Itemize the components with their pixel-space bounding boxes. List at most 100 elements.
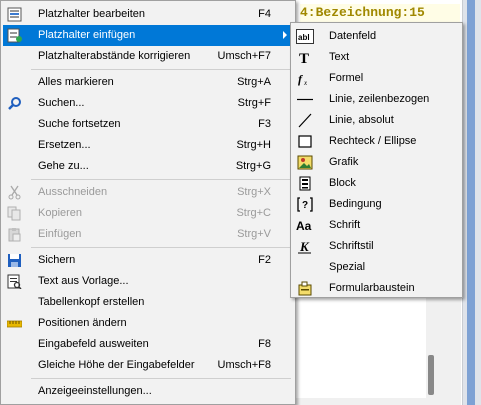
menu-item-copy[interactable]: Kopieren Strg+C bbox=[3, 203, 293, 224]
svg-text:?: ? bbox=[302, 200, 308, 211]
menu-label: Suche fortsetzen bbox=[38, 118, 121, 130]
cut-icon bbox=[7, 185, 22, 200]
menu-item-display-settings[interactable]: Anzeigeeinstellungen... bbox=[3, 381, 293, 402]
submenu-item-condition[interactable]: ? Bedingung bbox=[293, 194, 460, 215]
menu-label: Kopieren bbox=[38, 207, 83, 219]
font-style-icon: K bbox=[296, 239, 314, 254]
menu-item-create-table-header[interactable]: Tabellenkopf erstellen bbox=[3, 292, 293, 313]
submenu-item-special[interactable]: Spezial bbox=[293, 257, 460, 278]
search-icon bbox=[7, 96, 22, 111]
shortcut: F4 bbox=[258, 8, 271, 20]
image-icon bbox=[296, 155, 314, 170]
menu-separator bbox=[31, 378, 291, 379]
menu-item-equal-height[interactable]: Gleiche Höhe der Eingabefelder Umsch+F8 bbox=[3, 355, 293, 376]
menu-item-save[interactable]: Sichern F2 bbox=[3, 250, 293, 271]
menu-item-insert-placeholder[interactable]: Platzhalter einfügen bbox=[3, 25, 293, 46]
menu-item-goto[interactable]: Gehe zu... Strg+G bbox=[3, 156, 293, 177]
svg-text:f: f bbox=[298, 72, 303, 86]
menu-label: Platzhalter bearbeiten bbox=[38, 8, 146, 20]
svg-text:abl: abl bbox=[298, 33, 310, 42]
menu-label: Formularbaustein bbox=[329, 282, 415, 294]
shortcut: Umsch+F8 bbox=[217, 359, 272, 371]
menu-label: Linie, absolut bbox=[329, 114, 394, 126]
submenu-item-formula[interactable]: fx Formel bbox=[293, 68, 460, 89]
submenu-item-data-field[interactable]: abl Datenfeld bbox=[293, 26, 460, 47]
shortcut: Umsch+F7 bbox=[217, 50, 272, 62]
menu-label: Datenfeld bbox=[329, 30, 377, 42]
menu-item-replace[interactable]: Ersetzen... Strg+H bbox=[3, 135, 293, 156]
svg-text:x: x bbox=[303, 79, 308, 86]
text-icon: T bbox=[296, 50, 314, 65]
shortcut: Strg+A bbox=[237, 76, 271, 88]
submenu-item-graphic[interactable]: Grafik bbox=[293, 152, 460, 173]
context-menu: Platzhalter bearbeiten F4 Platzhalter ei… bbox=[0, 0, 296, 405]
submenu-item-rectangle[interactable]: Rechteck / Ellipse bbox=[293, 131, 460, 152]
line-row-icon bbox=[296, 92, 314, 107]
shortcut: Strg+G bbox=[235, 160, 271, 172]
submenu-item-line-row[interactable]: Linie, zeilenbezogen bbox=[293, 89, 460, 110]
insert-placeholder-icon bbox=[7, 28, 22, 43]
rectangle-icon bbox=[296, 134, 314, 149]
menu-item-change-positions[interactable]: Positionen ändern bbox=[3, 313, 293, 334]
menu-item-text-from-template[interactable]: Text aus Vorlage... bbox=[3, 271, 293, 292]
menu-label: Tabellenkopf erstellen bbox=[38, 296, 145, 308]
template-icon bbox=[7, 274, 22, 289]
shortcut: F2 bbox=[258, 254, 271, 266]
scrollbar-thumb[interactable] bbox=[428, 355, 434, 395]
menu-label: Einfügen bbox=[38, 228, 82, 240]
shortcut: Strg+H bbox=[236, 139, 271, 151]
menu-label: Alles markieren bbox=[38, 76, 114, 88]
menu-label: Text aus Vorlage... bbox=[38, 275, 129, 287]
edit-placeholder-icon bbox=[7, 7, 22, 22]
svg-text:T: T bbox=[299, 51, 309, 65]
block-icon bbox=[296, 176, 314, 191]
menu-label: Block bbox=[329, 177, 356, 189]
menu-label: Grafik bbox=[329, 156, 359, 168]
menu-label: Platzhalter einfügen bbox=[38, 29, 136, 41]
menu-item-search[interactable]: Suchen... Strg+F bbox=[3, 93, 293, 114]
menu-label: Rechteck / Ellipse bbox=[329, 135, 417, 147]
submenu-item-font-style[interactable]: K Schriftstil bbox=[293, 236, 460, 257]
submenu-item-text[interactable]: T Text bbox=[293, 47, 460, 68]
menu-label: Anzeigeeinstellungen... bbox=[38, 385, 152, 397]
data-field-icon: abl bbox=[296, 29, 314, 44]
menu-item-paste[interactable]: Einfügen Strg+V bbox=[3, 224, 293, 245]
menu-label: Suchen... bbox=[38, 97, 85, 109]
paste-icon bbox=[7, 227, 22, 242]
menu-label: Linie, zeilenbezogen bbox=[329, 93, 430, 105]
menu-label: Schrift bbox=[329, 219, 361, 231]
menu-label: Positionen ändern bbox=[38, 317, 127, 329]
menu-label: Schriftstil bbox=[329, 240, 374, 252]
menu-label: Spezial bbox=[329, 261, 366, 273]
shortcut: Strg+V bbox=[237, 228, 271, 240]
menu-item-fix-spacing[interactable]: Platzhalterabstände korrigieren Umsch+F7 bbox=[3, 46, 293, 67]
menu-item-cut[interactable]: Ausschneiden Strg+X bbox=[3, 182, 293, 203]
menu-item-expand-field[interactable]: Eingabefeld ausweiten F8 bbox=[3, 334, 293, 355]
menu-separator bbox=[31, 69, 291, 70]
submenu-arrow-icon bbox=[283, 31, 287, 39]
copy-icon bbox=[7, 206, 22, 221]
submenu-item-block[interactable]: Block bbox=[293, 173, 460, 194]
menu-item-select-all[interactable]: Alles markieren Strg+A bbox=[3, 72, 293, 93]
shortcut: F8 bbox=[258, 338, 271, 350]
editor-panel bbox=[296, 292, 461, 405]
menu-item-edit-placeholder[interactable]: Platzhalter bearbeiten F4 bbox=[3, 4, 293, 25]
menu-label: Eingabefeld ausweiten bbox=[38, 338, 149, 350]
formula-icon: fx bbox=[296, 71, 314, 86]
menu-label: Sichern bbox=[38, 254, 76, 266]
form-module-icon bbox=[296, 281, 314, 296]
menu-label: Ersetzen... bbox=[38, 139, 91, 151]
save-icon bbox=[7, 253, 22, 268]
menu-label: Formel bbox=[329, 72, 364, 84]
right-scrollbar[interactable] bbox=[462, 0, 481, 405]
shortcut: F3 bbox=[258, 118, 271, 130]
menu-label: Platzhalterabstände korrigieren bbox=[38, 50, 191, 62]
submenu-item-font[interactable]: Aa Schrift bbox=[293, 215, 460, 236]
submenu-item-form-module[interactable]: Formularbaustein bbox=[293, 278, 460, 299]
shortcut: Strg+C bbox=[236, 207, 271, 219]
menu-item-continue-search[interactable]: Suche fortsetzen F3 bbox=[3, 114, 293, 135]
submenu-item-line-absolute[interactable]: Linie, absolut bbox=[293, 110, 460, 131]
menu-label: Ausschneiden bbox=[38, 186, 108, 198]
svg-text:Aa: Aa bbox=[296, 219, 312, 233]
menu-label: Gleiche Höhe der Eingabefelder bbox=[38, 359, 195, 371]
